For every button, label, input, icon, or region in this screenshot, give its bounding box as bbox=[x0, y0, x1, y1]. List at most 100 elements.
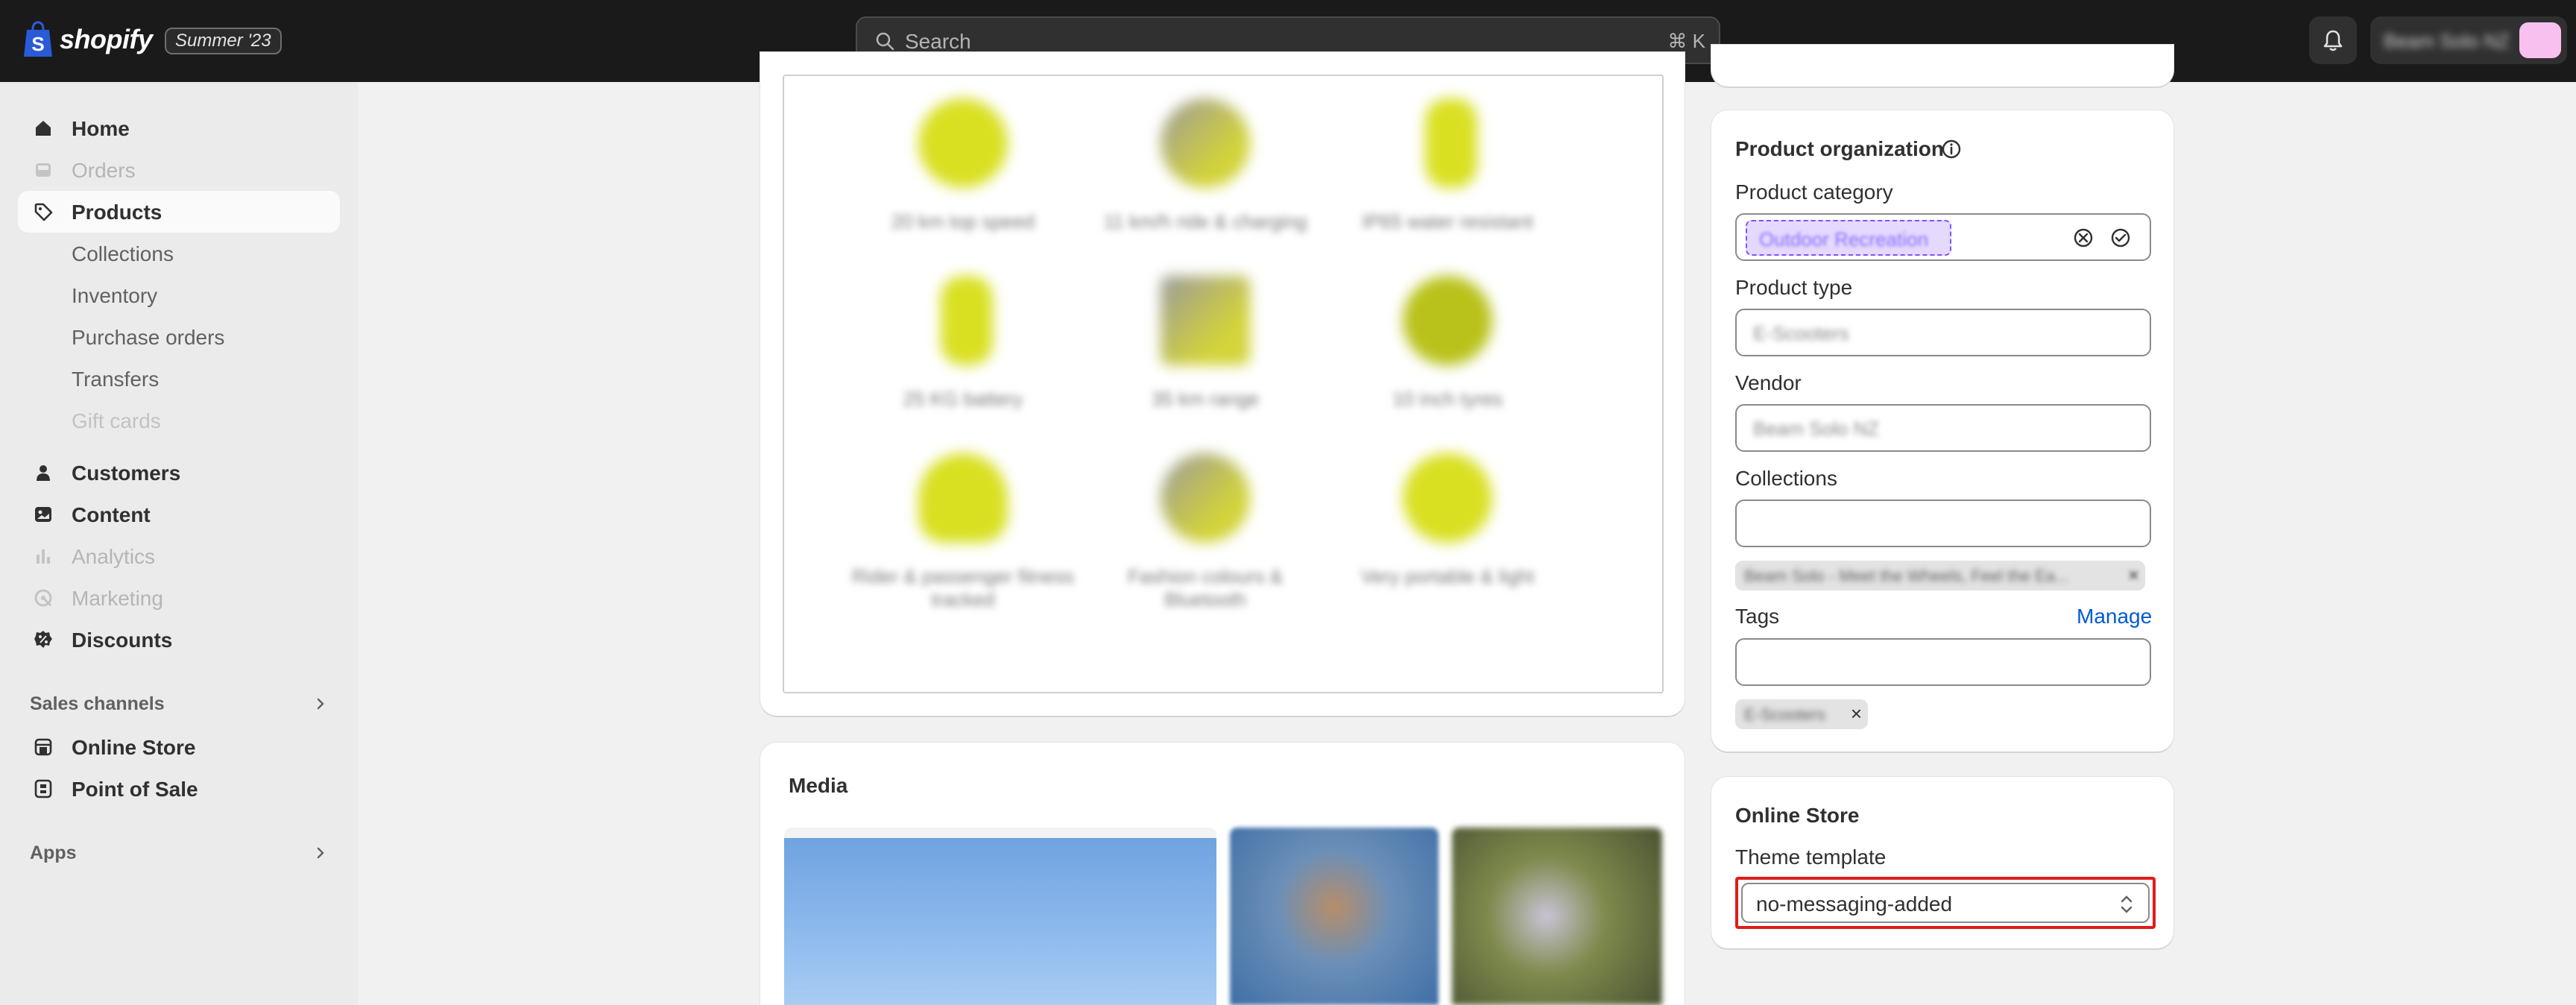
media-image-2[interactable] bbox=[1230, 828, 1439, 1005]
collection-chip[interactable]: Beam Solo - Meet the Wheels, Feel the Ea… bbox=[1735, 561, 2145, 590]
clear-icon[interactable] bbox=[2072, 227, 2094, 249]
feature-image bbox=[1403, 453, 1492, 543]
sidebar-item-customers[interactable]: Customers bbox=[18, 452, 340, 494]
media-image-1[interactable] bbox=[784, 828, 1216, 1005]
target-icon bbox=[34, 589, 52, 607]
vendor-value: Beam Solo NZ bbox=[1753, 418, 1880, 440]
avatar bbox=[2519, 22, 2561, 58]
feature-item: 10 inch tyres bbox=[1328, 276, 1552, 447]
feature-caption: IP65 water resistant bbox=[1362, 210, 1533, 233]
sidebar-item-label: Discounts bbox=[72, 628, 173, 652]
close-icon[interactable]: × bbox=[2128, 564, 2139, 587]
feature-item: 25 KG battery bbox=[844, 276, 1067, 447]
feature-item: Rider & passenger fitness tracked bbox=[844, 453, 1074, 625]
sidebar-item-home[interactable]: Home bbox=[18, 107, 340, 149]
product-type-input[interactable]: E-Scooters bbox=[1735, 309, 2151, 356]
category-value: Outdoor Recreation bbox=[1759, 228, 1928, 251]
sidebar-item-label: Home bbox=[72, 117, 130, 140]
feature-item: Very portable & light bbox=[1328, 453, 1552, 625]
theme-template-highlight: no-messaging-added bbox=[1735, 877, 2156, 929]
logo-wordmark: shopify bbox=[60, 24, 153, 54]
vendor-label: Vendor bbox=[1735, 371, 1802, 394]
theme-template-value: no-messaging-added bbox=[1756, 892, 1953, 916]
bell-icon bbox=[2323, 30, 2343, 51]
tags-input[interactable] bbox=[1735, 638, 2151, 686]
feature-caption: 20 km top speed bbox=[891, 210, 1035, 233]
feature-item: Fashion colours & Bluetooth bbox=[1086, 453, 1310, 625]
chevron-right-icon[interactable] bbox=[313, 845, 328, 860]
sidebar-item-point-of-sale[interactable]: Point of Sale bbox=[18, 768, 340, 810]
feature-image bbox=[1403, 276, 1492, 365]
sidebar-item-label: Point of Sale bbox=[72, 778, 198, 801]
notifications-button[interactable] bbox=[2309, 16, 2357, 64]
feature-caption: 25 KG battery bbox=[903, 388, 1023, 410]
sidebar-item-products[interactable]: Products bbox=[18, 191, 340, 233]
sidebar-item-label: Products bbox=[72, 201, 162, 224]
sidebar-subitem-label: Inventory bbox=[72, 284, 158, 307]
sidebar-item-analytics[interactable]: Analytics bbox=[18, 535, 340, 577]
home-icon bbox=[36, 121, 51, 136]
search-shortcut: ⌘ K bbox=[1667, 30, 1705, 52]
edition-badge[interactable]: Summer '23 bbox=[165, 28, 282, 54]
theme-template-select[interactable]: no-messaging-added bbox=[1741, 883, 2150, 923]
media-title: Media bbox=[789, 774, 848, 797]
collections-input[interactable] bbox=[1735, 500, 2151, 547]
shopify-logo[interactable]: S shopify bbox=[22, 21, 153, 58]
sidebar-item-marketing[interactable]: Marketing bbox=[18, 577, 340, 619]
sidebar-subitem-label: Gift cards bbox=[72, 409, 161, 432]
search-placeholder: Search bbox=[905, 30, 971, 53]
confirm-icon[interactable] bbox=[2109, 227, 2132, 249]
feature-caption: Fashion colours & Bluetooth bbox=[1127, 565, 1284, 611]
sidebar-item-orders[interactable]: Orders bbox=[18, 149, 340, 191]
vendor-input[interactable]: Beam Solo NZ bbox=[1735, 404, 2151, 452]
sidebar-item-label: Customers bbox=[72, 461, 181, 485]
sidebar-item-discounts[interactable]: Discounts bbox=[18, 619, 340, 661]
feature-item: 35 km range bbox=[1086, 276, 1310, 447]
feature-caption: Very portable & light bbox=[1360, 565, 1535, 587]
feature-image bbox=[918, 98, 1008, 188]
close-icon[interactable]: × bbox=[1851, 702, 1862, 725]
product-category-input[interactable]: Outdoor Recreation bbox=[1735, 213, 2151, 261]
sidebar-subitem-inventory[interactable]: Inventory bbox=[18, 274, 340, 316]
product-organization-title: Product organization bbox=[1735, 137, 1944, 160]
sidebar-item-content[interactable]: Content bbox=[18, 494, 340, 535]
image-icon bbox=[35, 507, 51, 522]
manage-tags-link[interactable]: Manage bbox=[2077, 605, 2152, 628]
sidebar-subitem-transfers[interactable]: Transfers bbox=[18, 358, 340, 400]
feature-item: 20 km top speed bbox=[844, 98, 1067, 270]
sidebar-item-online-store[interactable]: Online Store bbox=[18, 726, 340, 768]
feature-image bbox=[1161, 276, 1250, 365]
feature-caption: Rider & passenger fitness tracked bbox=[852, 565, 1074, 611]
product-type-label: Product type bbox=[1735, 276, 1853, 299]
feature-image bbox=[1425, 98, 1477, 188]
feature-caption: 10 inch tyres bbox=[1392, 388, 1503, 410]
product-category-label: Product category bbox=[1735, 180, 1893, 204]
discount-icon bbox=[34, 631, 52, 648]
chevron-right-icon[interactable] bbox=[313, 696, 328, 711]
tag-chip-label: E-Scooters bbox=[1744, 705, 1825, 724]
tags-label: Tags bbox=[1735, 605, 1780, 628]
store-icon bbox=[34, 738, 52, 756]
sidebar-subitem-collections[interactable]: Collections bbox=[18, 233, 340, 274]
info-icon[interactable] bbox=[1941, 139, 1962, 160]
tag-chip[interactable]: E-Scooters × bbox=[1735, 699, 1868, 729]
tag-icon bbox=[34, 203, 53, 221]
collection-chip-label: Beam Solo - Meet the Wheels, Feel the Ea… bbox=[1744, 567, 2069, 585]
sidebar: Home Orders Products Collections Invento… bbox=[0, 82, 358, 1005]
online-store-title: Online Store bbox=[1735, 804, 1860, 827]
media-image-3[interactable] bbox=[1452, 828, 1662, 1005]
store-menu-button[interactable]: Beam Solo NZ bbox=[2370, 16, 2567, 64]
bar-chart-icon bbox=[37, 549, 50, 564]
sidebar-subitem-label: Transfers bbox=[72, 368, 160, 391]
sidebar-subitem-purchase-orders[interactable]: Purchase orders bbox=[18, 316, 340, 358]
sidebar-item-label: Marketing bbox=[72, 587, 163, 610]
feature-caption: 35 km range bbox=[1151, 388, 1260, 410]
apps-heading: Apps bbox=[30, 842, 77, 863]
pos-icon bbox=[34, 779, 52, 798]
sidebar-subitem-gift-cards[interactable]: Gift cards bbox=[18, 400, 340, 441]
sidebar-item-label: Analytics bbox=[72, 545, 156, 568]
feature-image bbox=[1161, 98, 1250, 188]
shopify-bag-icon: S bbox=[24, 21, 52, 57]
category-selection-token[interactable]: Outdoor Recreation bbox=[1746, 220, 1951, 256]
svg-text:S: S bbox=[31, 33, 44, 55]
